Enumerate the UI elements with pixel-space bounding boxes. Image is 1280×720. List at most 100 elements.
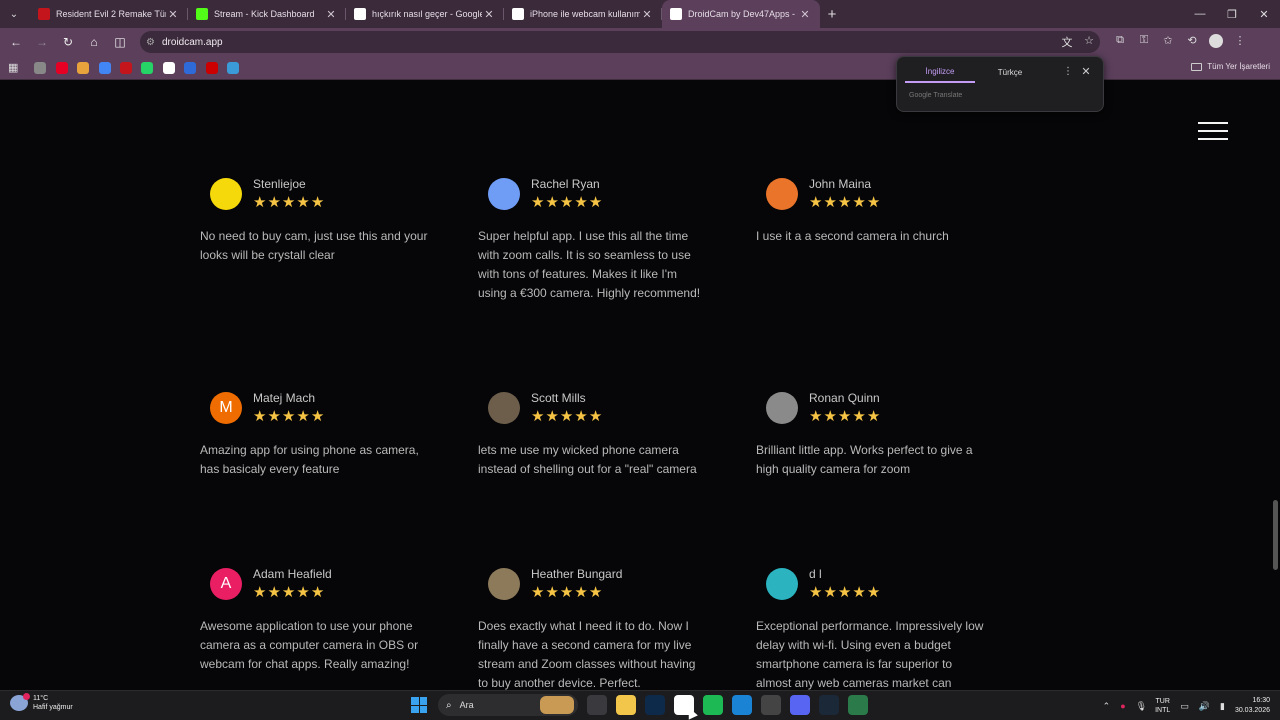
network-icon[interactable]: ▭ [1180, 701, 1189, 712]
rating-stars: ★ ★ ★ ★ ★ [253, 409, 325, 425]
search-icon: ⌕ [446, 699, 452, 711]
reviewer-name: Ronan Quinn [809, 391, 880, 405]
review-text: Does exactly what I need it to do. Now I… [478, 619, 696, 690]
reviewer-avatar [766, 392, 798, 424]
reviewer-name: Adam Heafield [253, 567, 332, 581]
taskbar-center: ⌕ Ara [408, 694, 868, 716]
rating-stars: ★ ★ ★ ★ ★ [531, 409, 603, 425]
other-icon[interactable] [761, 695, 781, 715]
star-icon: ★ [545, 584, 559, 601]
app-icon[interactable] [848, 695, 868, 715]
star-icon: ★ [852, 194, 866, 211]
weather-widget[interactable]: 11°C Hafif yağmur [10, 693, 73, 712]
review-text: Brilliant little app. Works perfect to g… [756, 443, 973, 476]
star-icon: ★ [837, 194, 852, 211]
star-icon: ★ [852, 584, 866, 601]
review-card: Stenliejoe ★ ★ ★ ★ ★ No need to buy cam, just … [200, 177, 440, 265]
reviewer-avatar [210, 178, 242, 210]
reviewer-name: Stenliejoe [253, 177, 306, 191]
rating-stars: ★ ★ ★ ★ ★ [531, 195, 603, 211]
star-icon: ★ [574, 194, 588, 211]
rating-stars: ★ ★ ★ ★ ★ [809, 195, 881, 211]
star-icon: ★ [267, 584, 281, 601]
microphone-icon[interactable]: 🎙 [1136, 701, 1147, 712]
steam-icon[interactable] [819, 695, 839, 715]
reviewer-name: John Maina [809, 177, 872, 191]
star-icon: ★ [253, 194, 267, 211]
tray-chevron-icon[interactable]: ⌃ [1103, 701, 1111, 712]
reviewer-name: Rachel Ryan [531, 177, 600, 191]
search-highlight-image [540, 696, 574, 714]
notification-dot [23, 693, 30, 700]
review-card: Ronan Quinn ★ ★ ★ ★ ★ Brilliant little app. Wo… [756, 391, 996, 479]
clock[interactable]: 16:30 30.03.2026 [1235, 696, 1270, 716]
tray-app-icon[interactable]: ● [1120, 701, 1125, 711]
star-icon: ★ [281, 584, 296, 601]
star-icon: ★ [296, 584, 310, 601]
discord-icon[interactable] [790, 695, 810, 715]
review-text: lets me use my wicked phone camera inste… [478, 443, 697, 476]
review-text: I use it a a second camera in church [756, 229, 949, 243]
star-icon: ★ [823, 194, 837, 211]
reviewer-avatar [488, 392, 520, 424]
spotify-icon[interactable] [703, 695, 723, 715]
rating-stars: ★ ★ ★ ★ ★ [809, 409, 881, 425]
weather-desc: Hafif yağmur [33, 704, 73, 711]
rating-stars: ★ ★ ★ ★ ★ [253, 195, 325, 211]
star-icon: ★ [559, 194, 574, 211]
star-icon: ★ [588, 584, 603, 601]
star-icon: ★ [559, 584, 574, 601]
star-icon: ★ [281, 194, 296, 211]
volume-icon[interactable]: 🔊 [1199, 701, 1210, 712]
input-language[interactable]: TUR INTL [1155, 697, 1170, 715]
reviewer-avatar [766, 178, 798, 210]
star-icon: ★ [574, 584, 588, 601]
star-icon: ★ [852, 408, 866, 425]
reviewer-avatar [766, 568, 798, 600]
star-icon: ★ [809, 194, 823, 211]
star-icon: ★ [837, 584, 852, 601]
windows-start-icon[interactable] [408, 694, 430, 716]
taskbar-apps [607, 695, 868, 715]
battery-icon[interactable]: ▮ [1220, 701, 1225, 712]
star-icon: ★ [809, 408, 823, 425]
star-icon: ★ [545, 194, 559, 211]
rating-stars: ★ ★ ★ ★ ★ [253, 585, 332, 601]
star-icon: ★ [296, 408, 310, 425]
star-icon: ★ [823, 408, 837, 425]
reviewer-name: d l [809, 567, 822, 581]
reviewer-avatar [488, 178, 520, 210]
reviewer-name: Matej Mach [253, 391, 316, 405]
reviewer-name: Heather Bungard [531, 567, 623, 581]
rating-stars: ★ ★ ★ ★ ★ [809, 585, 881, 601]
star-icon: ★ [866, 194, 881, 211]
star-icon: ★ [588, 194, 603, 211]
review-card: M Matej Mach ★ ★ ★ ★ ★ Amazing app for using ph… [200, 391, 440, 479]
weather-icon [10, 693, 30, 711]
review-text: No need to buy cam, just use this and yo… [200, 229, 428, 262]
reviewer-avatar: M [210, 392, 242, 424]
task-view-icon[interactable] [587, 695, 607, 715]
photoshop-icon[interactable] [645, 695, 665, 715]
reviewer-name: Scott Mills [531, 391, 586, 405]
star-icon: ★ [310, 408, 325, 425]
review-card: Scott Mills ★ ★ ★ ★ ★ lets me use my wicked ph… [478, 391, 718, 479]
star-icon: ★ [253, 408, 267, 425]
star-icon: ★ [574, 408, 588, 425]
star-icon: ★ [281, 408, 296, 425]
lang-code: TUR [1155, 698, 1170, 705]
star-icon: ★ [296, 194, 310, 211]
review-text: Amazing app for using phone as camera, h… [200, 443, 419, 476]
explorer-icon[interactable] [616, 695, 636, 715]
review-card: d l ★ ★ ★ ★ ★ Exceptional performance. Impress… [756, 567, 996, 690]
edge-icon[interactable] [732, 695, 752, 715]
star-icon: ★ [545, 408, 559, 425]
star-icon: ★ [310, 584, 325, 601]
star-icon: ★ [531, 584, 545, 601]
star-icon: ★ [866, 584, 881, 601]
scrollbar[interactable] [1273, 500, 1278, 570]
taskbar-search[interactable]: ⌕ Ara [438, 694, 578, 716]
star-icon: ★ [559, 408, 574, 425]
star-icon: ★ [588, 408, 603, 425]
review-card: Rachel Ryan ★ ★ ★ ★ ★ Super helpful app. I use… [478, 177, 718, 303]
